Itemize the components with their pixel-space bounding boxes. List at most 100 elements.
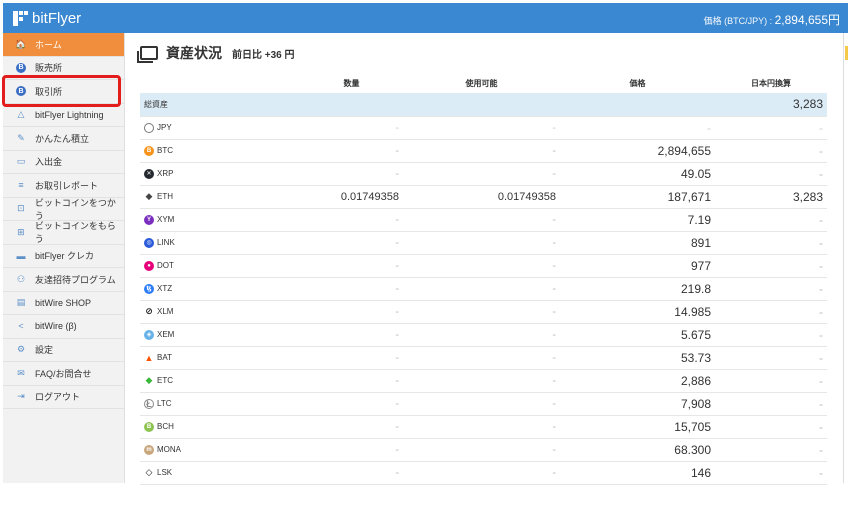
table-row: ◆ ETH 0.01749358 0.01749358 187,671 3,283 [140,185,827,209]
sidebar-item-10[interactable]: ⚇ 友達招待プログラム [3,268,124,292]
currency-cell: ◆ ETH [144,191,300,202]
currency-cell: B BTC [144,145,300,156]
sidebar-item-label: FAQ/お問合せ [35,368,92,379]
currency-name: XEM [157,330,175,339]
btc-icon: B [144,145,154,156]
cell-qty: - [300,277,403,301]
sidebar-item-9[interactable]: ▬ bitFlyer クレカ [3,245,124,268]
sidebar-item-label: ホーム [35,39,62,50]
sidebar-item-label: 販売所 [35,63,63,74]
dot-icon: ● [144,260,154,271]
currency-name: JPY [157,123,172,132]
sidebar-item-3[interactable]: △ bitFlyer Lightning [3,104,124,127]
logout-icon: ⇥ [17,391,25,402]
sidebar-item-0[interactable]: 🏠 ホーム [3,33,124,57]
table-header-row: 数量 使用可能 価格 日本円換算 [140,73,827,93]
total-label: 総資産 [140,93,300,117]
sidebar-item-label: ログアウト [35,392,81,403]
sidebar-item-2[interactable]: B 取引所 [3,80,124,104]
cell-qty: - [300,369,403,393]
sidebar-item-label: bitFlyer クレカ [35,251,95,262]
cell-avail: - [403,162,560,186]
sidebar-item-13[interactable]: ⚙ 設定 [3,339,124,362]
currency-cell: Ł LTC [144,398,300,409]
cell-avail: - [403,139,560,163]
cell-qty: - [300,300,403,324]
mona-icon: m [144,444,154,455]
sidebar-item-14[interactable]: ✉ FAQ/お問合せ [3,362,124,386]
cell-jpy: - [715,323,827,347]
table-row: m MONA - -68.300- [140,438,827,462]
cell-qty: - [300,415,403,439]
people-icon: ⚇ [16,273,26,284]
cell-qty: - [300,162,403,186]
currency-cell: ✕ XRP [144,168,300,179]
sidebar-item-4[interactable]: ✎ かんたん積立 [3,127,124,151]
bch-icon: B [144,421,154,432]
currency-name: XYM [157,215,175,224]
cell-price: 2,886 [560,369,715,393]
currency-name: XLM [157,307,174,316]
sidebar-item-15[interactable]: ⇥ ログアウト [3,386,124,409]
currency-cell: ⊘ XLM [144,306,300,317]
cell-qty: - [300,392,403,416]
sidebar-item-6[interactable]: ≡ お取引レポート [3,174,124,198]
daily-change: 前日比 +36 円 [232,49,295,61]
savings-icon: ✎ [17,132,25,143]
cell-qty: - [300,438,403,462]
sidebar-item-7[interactable]: ⊡ ビットコインをつかう [3,197,124,221]
cell-qty: 0.01749358 [300,185,403,209]
table-row: ¥ JPY - - - - [140,116,827,140]
sidebar-item-label: ビットコインをつかう [34,197,116,221]
table-row: ꜩ XTZ - -219.8- [140,277,827,301]
table-row: ◆ ETC - -2,886- [140,369,827,393]
currency-cell: ◈ XEM [144,329,300,340]
bat-icon: ▲ [144,352,154,363]
currency-cell: ꜩ XTZ [144,283,300,294]
share-icon: < [18,321,24,332]
cell-jpy: 3,283 [715,185,827,209]
xlm-icon: ⊘ [144,306,154,317]
sidebar-item-8[interactable]: ⊞ ビットコインをもらう [3,221,124,245]
link-icon: ◎ [144,237,154,248]
cell-qty: - [300,116,403,140]
column-header-price: 価格 [629,78,646,88]
cell-price: 219.8 [560,277,715,301]
table-row: ● DOT - -977- [140,254,827,278]
currency-name: XRP [157,169,174,178]
xrp-icon: ✕ [144,168,154,179]
sidebar-item-1[interactable]: B 販売所 [3,57,124,80]
btc-price-ticker: 価格 (BTC/JPY) : 2,894,655円 [704,11,840,28]
wallet-icon: ▭ [16,156,26,167]
cell-jpy: - [715,392,827,416]
total-assets-row: 総資産 3,283 [140,93,827,117]
sidebar-item-5[interactable]: ▭ 入出金 [3,151,124,174]
cell-price: 2,894,655 [560,139,715,163]
total-value: 3,283 [715,93,827,117]
table-row: ▲ BAT - -53.73- [140,346,827,370]
sidebar-item-label: 友達招待プログラム [35,274,116,285]
currency-name: LTC [157,399,172,408]
cell-avail: - [403,346,560,370]
cell-avail: - [403,231,560,255]
cell-jpy: - [715,369,827,393]
sidebar-item-11[interactable]: ▤ bitWire SHOP [3,292,124,315]
currency-name: BAT [157,353,172,362]
sidebar-item-12[interactable]: < bitWire (β) [3,315,124,339]
sidebar-item-label: bitFlyer Lightning [35,109,104,120]
asset-table: 数量 使用可能 価格 日本円換算 総資産 3,283 ¥ JPY - - - - B BTC -… [140,73,827,485]
cell-qty: - [300,346,403,370]
bitflyer-logo[interactable]: bitFlyer [13,10,81,27]
bitcoin-icon: B [15,85,27,97]
currency-name: XTZ [157,284,173,293]
cell-price: 53.73 [560,346,715,370]
sidebar: 🏠 ホーム B 販売所 B 取引所 △ bitFlyer Lightning ✎ かんたん積立 ▭ 入… [3,33,125,483]
sidebar-item-label: bitWire SHOP [35,297,92,308]
gear-icon: ⚙ [16,344,26,355]
cell-price: 146 [560,461,715,485]
table-row: Ł LTC - -7,908- [140,392,827,416]
jpy-icon: ¥ [144,122,154,133]
wallet-icon [137,46,158,63]
table-row: ◎ LINK - -891- [140,231,827,255]
home-icon: 🏠 [15,38,27,49]
